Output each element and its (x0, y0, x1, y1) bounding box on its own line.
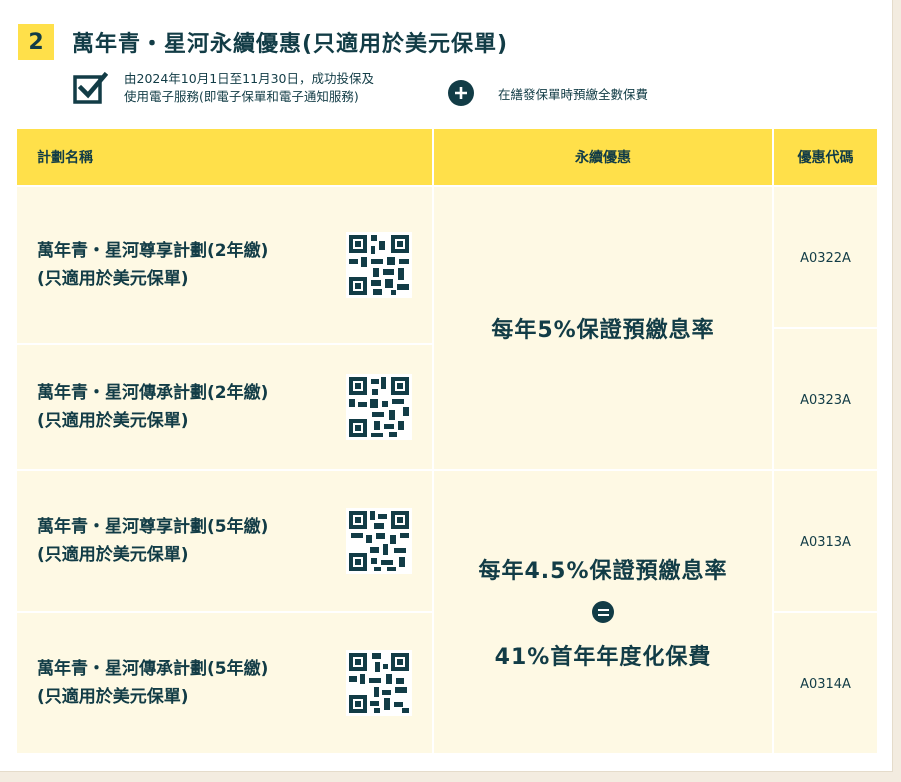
benefit-premium: 41%首年年度化保費 (494, 645, 712, 670)
checkbox-check-icon (72, 70, 109, 106)
code-cell: A0323A (774, 329, 877, 469)
table-row: 萬年青・星河傳承計劃(2年繳) (只適用於美元保單) (17, 345, 432, 469)
table-row: 萬年青・星河傳承計劃(5年繳) (只適用於美元保單) (17, 613, 432, 753)
benefit-cell: 每年5%保證預繳息率 (434, 187, 772, 469)
plus-circle-icon (448, 80, 474, 106)
offer-card: 2 萬年青・星河永續優惠(只適用於美元保單) 由2024年10月1日至11月30… (0, 0, 893, 772)
qr-code-icon[interactable] (346, 374, 412, 440)
section-title: 萬年青・星河永續優惠(只適用於美元保單) (72, 32, 509, 57)
benefit-cell: 每年4.5%保證預繳息率 41%首年年度化保費 (434, 471, 772, 753)
plan-name: 萬年青・星河傳承計劃(5年繳) (只適用於美元保單) (37, 659, 269, 707)
benefit-rate: 每年5%保證預繳息率 (491, 318, 715, 343)
qr-code-icon[interactable] (346, 650, 412, 716)
table-row: 萬年青・星河尊享計劃(2年繳) (只適用於美元保單) (17, 187, 432, 343)
condition-left: 由2024年10月1日至11月30日，成功投保及 使用電子服務(即電子保單和電子… (72, 70, 442, 106)
condition-text: 由2024年10月1日至11月30日，成功投保及 使用電子服務(即電子保單和電子… (124, 70, 442, 106)
plan-name: 萬年青・星河傳承計劃(2年繳) (只適用於美元保單) (37, 383, 269, 431)
plan-name: 萬年青・星河尊享計劃(5年繳) (只適用於美元保單) (37, 517, 269, 565)
section-number-badge: 2 (18, 24, 54, 60)
header-benefit: 永續優惠 (434, 129, 772, 185)
section-header: 2 萬年青・星河永續優惠(只適用於美元保單) (18, 24, 508, 60)
header-plan-name: 計劃名稱 (17, 129, 432, 185)
condition-line-2: 使用電子服務(即電子保單和電子通知服務) (124, 89, 359, 104)
condition-line-1: 由2024年10月1日至11月30日，成功投保及 (124, 71, 374, 86)
qr-code-icon[interactable] (346, 508, 412, 574)
table-row: 萬年青・星河尊享計劃(5年繳) (只適用於美元保單) (17, 471, 432, 611)
benefit-rate: 每年4.5%保證預繳息率 (478, 559, 728, 584)
condition-right: 在繕發保單時預繳全數保費 (498, 87, 649, 102)
qr-code-icon[interactable] (346, 232, 412, 298)
code-cell: A0313A (774, 471, 877, 611)
equals-circle-icon (592, 601, 614, 623)
plan-table: 計劃名稱 永續優惠 優惠代碼 萬年青・星河尊享計劃(2年繳) (只適用於美元保單… (17, 129, 877, 753)
code-cell: A0314A (774, 613, 877, 753)
header-code: 優惠代碼 (774, 129, 877, 185)
plan-name: 萬年青・星河尊享計劃(2年繳) (只適用於美元保單) (37, 241, 269, 289)
code-cell: A0322A (774, 187, 877, 327)
